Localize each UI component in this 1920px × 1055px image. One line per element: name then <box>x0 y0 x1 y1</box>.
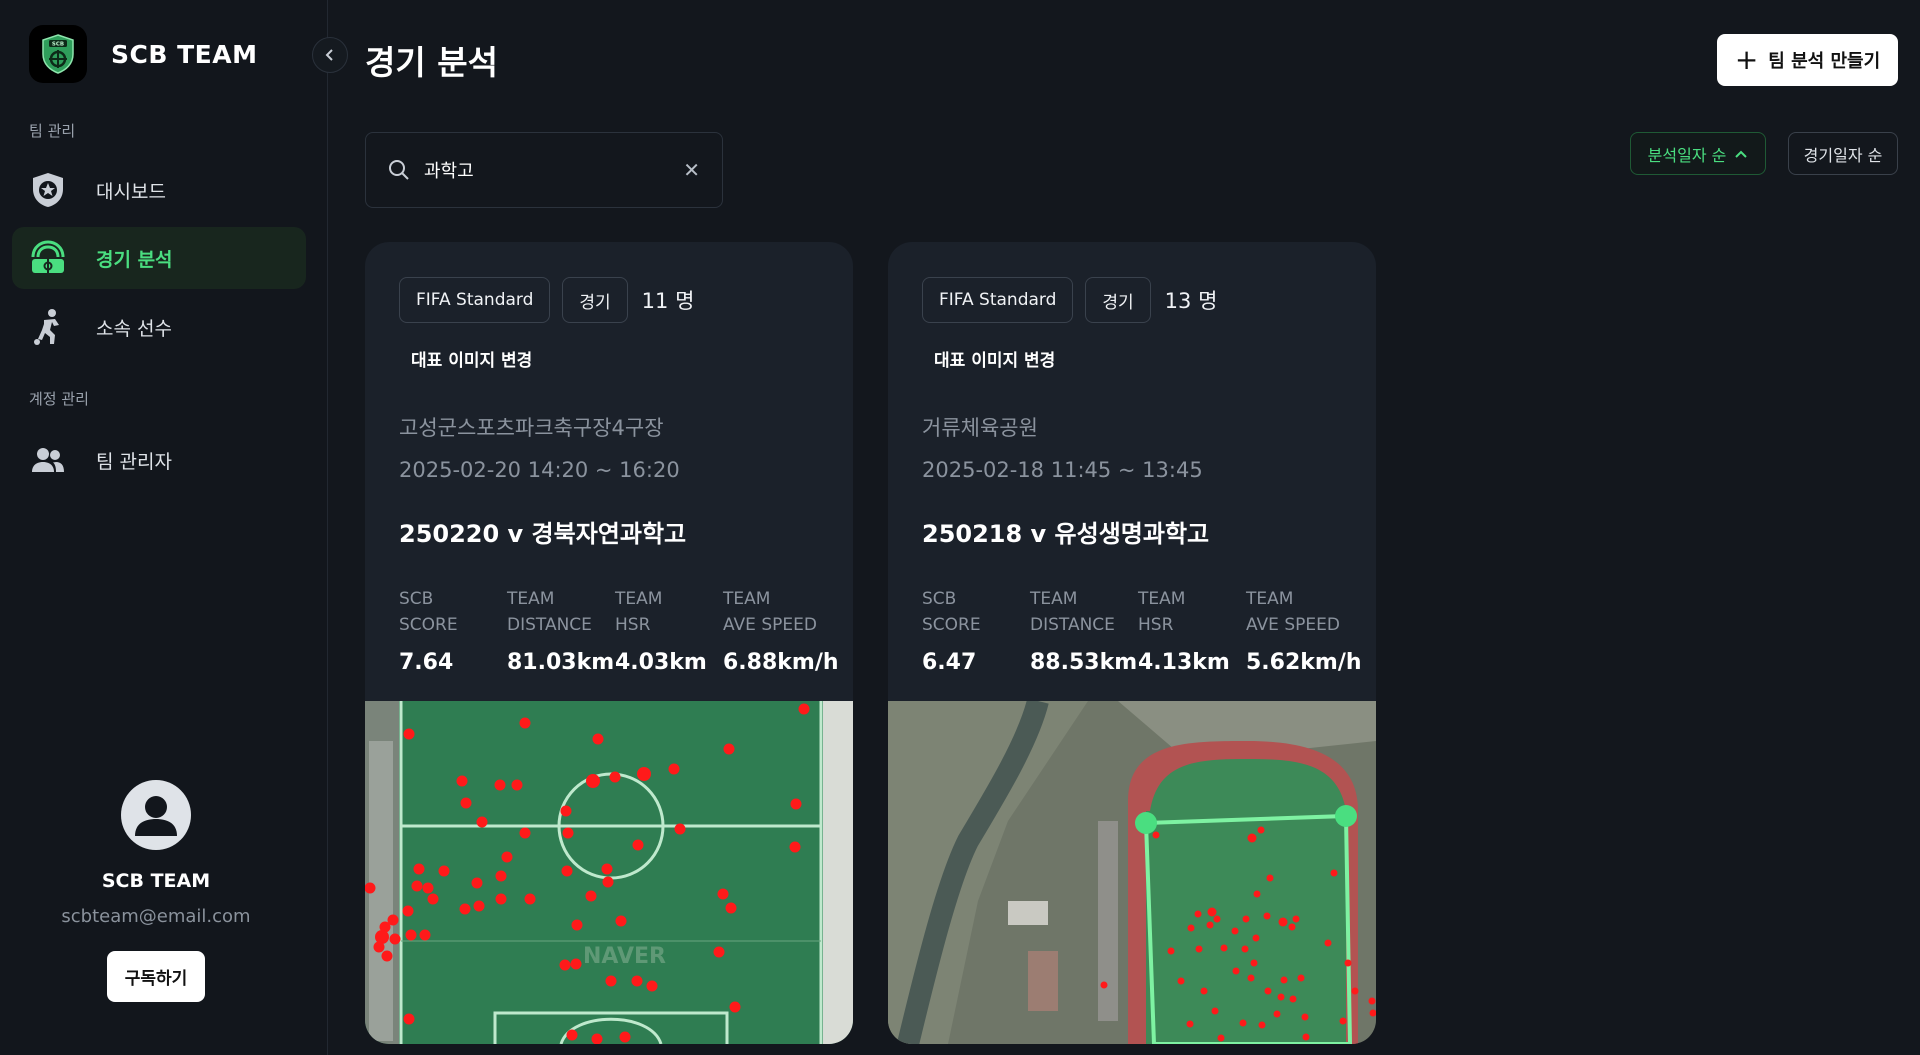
stat-label: TEAM HSR <box>1138 589 1186 635</box>
stat-label: SCB SCORE <box>922 589 981 635</box>
stat-value: 5.62km/h <box>1246 650 1362 675</box>
format-tag: FIFA Standard <box>399 277 551 323</box>
player-count: 13 명 <box>1164 289 1218 313</box>
match-title: 250218 v 유성생명과학고 <box>922 520 1210 548</box>
stat-label: TEAM DISTANCE <box>507 589 592 635</box>
sidebar-item-dashboard[interactable]: 대시보드 <box>12 159 306 221</box>
type-tag: 경기 <box>562 277 628 323</box>
sidebar-item-team-manager[interactable]: 팀 관리자 <box>12 429 306 491</box>
svg-text:NAVER: NAVER <box>583 944 666 969</box>
format-tag: FIFA Standard <box>922 277 1074 323</box>
create-button-label: 팀 분석 만들기 <box>1768 51 1881 72</box>
scb-shield-logo-icon: SCB <box>29 25 87 83</box>
venue: 거류체육공원 <box>922 416 1038 440</box>
stat-team-distance: TEAM DISTANCE 81.03km <box>507 586 614 675</box>
chevron-up-icon <box>1735 150 1748 158</box>
create-team-analysis-button[interactable]: + 팀 분석 만들기 <box>1717 34 1898 86</box>
brand-name: SCB TEAM <box>111 39 258 69</box>
page-title: 경기 분석 <box>365 43 498 82</box>
sidebar: SCB SCB TEAM 팀 관리 대시보드 경기 분석 소속 선수 계정 관리… <box>0 0 328 1055</box>
shield-star-icon <box>28 170 68 210</box>
sort-by-analysis-date-button[interactable]: 분석일자 순 <box>1630 132 1766 175</box>
stat-scb-score: SCB SCORE 7.64 <box>399 586 458 675</box>
stat-team-hsr: TEAM HSR 4.13km <box>1138 586 1230 675</box>
search-box: ✕ <box>365 132 723 208</box>
player-count: 11 명 <box>641 289 695 313</box>
match-datetime: 2025-02-20 14:20 ~ 16:20 <box>399 458 680 482</box>
stat-value: 81.03km <box>507 650 615 675</box>
brand[interactable]: SCB SCB TEAM <box>29 25 257 83</box>
match-card[interactable]: FIFA Standard 경기 13 명 대표 이미지 변경 거류체육공원 2… <box>888 242 1376 1044</box>
player-kick-icon <box>28 307 68 347</box>
stat-value: 4.03km <box>615 650 707 675</box>
sidebar-item-label: 대시보드 <box>96 180 166 203</box>
field-analysis-icon <box>28 238 68 278</box>
match-card[interactable]: FIFA Standard 경기 11 명 대표 이미지 변경 고성군스포츠파크… <box>365 242 853 1044</box>
stat-team-ave-speed: TEAM AVE SPEED 6.88km/h <box>723 586 839 675</box>
clear-search-icon[interactable]: ✕ <box>683 158 700 182</box>
match-title: 250220 v 경북자연과학고 <box>399 520 687 548</box>
stat-value: 88.53km <box>1030 650 1138 675</box>
change-image-button[interactable]: 대표 이미지 변경 <box>411 346 532 371</box>
avatar[interactable] <box>121 780 191 850</box>
change-image-button[interactable]: 대표 이미지 변경 <box>934 346 1055 371</box>
stat-team-ave-speed: TEAM AVE SPEED 5.62km/h <box>1246 586 1362 675</box>
stat-scb-score: SCB SCORE 6.47 <box>922 586 981 675</box>
profile-panel: SCB TEAM scbteam@email.com 구독하기 <box>0 780 312 1002</box>
profile-name: SCB TEAM <box>101 870 211 892</box>
venue: 고성군스포츠파크축구장4구장 <box>399 416 664 440</box>
sidebar-item-label: 팀 관리자 <box>96 450 172 473</box>
satellite-heatmap-image <box>888 701 1376 1044</box>
profile-email: scbteam@email.com <box>61 906 251 927</box>
stat-label: TEAM DISTANCE <box>1030 589 1115 635</box>
stat-value: 6.47 <box>922 650 977 675</box>
search-icon <box>389 160 409 180</box>
people-icon <box>28 440 68 480</box>
stat-label: TEAM AVE SPEED <box>1246 589 1340 635</box>
stat-label: SCB SCORE <box>399 589 458 635</box>
heatmap-image: NAVER <box>365 701 853 1044</box>
section-label-team: 팀 관리 <box>29 122 76 140</box>
svg-text:SCB: SCB <box>52 42 64 48</box>
card-tags: FIFA Standard 경기 11 명 <box>399 277 694 323</box>
sort-label: 분석일자 순 <box>1647 145 1727 165</box>
stat-label: TEAM AVE SPEED <box>723 589 817 635</box>
sidebar-item-label: 경기 분석 <box>96 248 173 271</box>
sidebar-item-label: 소속 선수 <box>96 317 172 340</box>
stat-value: 7.64 <box>399 650 454 675</box>
sidebar-collapse-button[interactable] <box>312 37 348 73</box>
sidebar-item-players[interactable]: 소속 선수 <box>12 296 306 358</box>
sort-label: 경기일자 순 <box>1803 145 1883 165</box>
subscribe-button[interactable]: 구독하기 <box>106 951 206 1002</box>
type-tag: 경기 <box>1085 277 1151 323</box>
sidebar-item-match-analysis[interactable]: 경기 분석 <box>12 227 306 289</box>
match-datetime: 2025-02-18 11:45 ~ 13:45 <box>922 458 1203 482</box>
stat-label: TEAM HSR <box>615 589 663 635</box>
sort-by-match-date-button[interactable]: 경기일자 순 <box>1788 132 1898 175</box>
stat-team-hsr: TEAM HSR 4.03km <box>615 586 707 675</box>
chevron-left-icon <box>325 49 333 61</box>
section-label-account: 계정 관리 <box>29 390 89 408</box>
search-input[interactable] <box>424 159 684 181</box>
stat-team-distance: TEAM DISTANCE 88.53km <box>1030 586 1137 675</box>
stat-value: 4.13km <box>1138 650 1230 675</box>
plus-icon: + <box>1734 43 1759 76</box>
stat-value: 6.88km/h <box>723 650 839 675</box>
card-tags: FIFA Standard 경기 13 명 <box>922 277 1217 323</box>
